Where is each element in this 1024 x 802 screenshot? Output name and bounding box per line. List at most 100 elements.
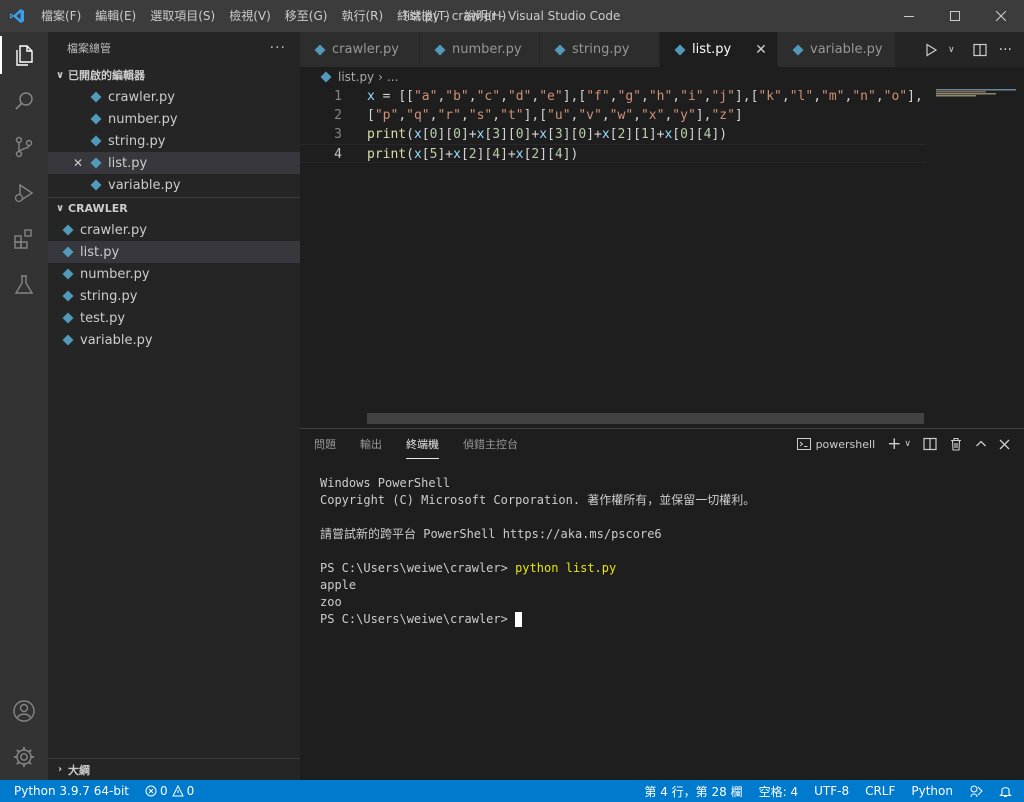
terminal-output[interactable]: Windows PowerShell Copyright (C) Microso… xyxy=(320,475,755,628)
code-editor[interactable]: 1 x = [["a","b","c","d","e"],["f","g","h… xyxy=(300,87,926,412)
close-window-button[interactable] xyxy=(978,0,1024,32)
outline-section[interactable]: › 大綱 xyxy=(48,758,300,780)
close-editor-icon[interactable]: ✕ xyxy=(70,156,86,170)
run-button[interactable]: ∨ xyxy=(918,42,967,57)
language-mode[interactable]: Python xyxy=(903,780,961,802)
tab-output[interactable]: 輸出 xyxy=(360,430,382,458)
breadcrumb-file[interactable]: list.py xyxy=(338,70,374,84)
code-text: x = [["a","b","c","d","e"],["f","g","h",… xyxy=(367,89,923,104)
horizontal-scrollbar[interactable] xyxy=(367,413,924,424)
warning-icon xyxy=(171,785,184,797)
more-actions-button[interactable]: ··· xyxy=(993,42,1018,58)
vscode-logo-icon xyxy=(0,0,34,32)
chevron-down-icon: ∨ xyxy=(55,69,65,81)
python-file-icon xyxy=(88,177,104,193)
feedback-button[interactable] xyxy=(961,780,991,802)
open-editors-section[interactable]: ∨ 已開啟的編輯器 xyxy=(48,64,300,86)
file-label: test.py xyxy=(80,310,126,326)
python-file-icon xyxy=(88,133,104,149)
open-editor-label: string.py xyxy=(108,133,166,149)
menu-edit[interactable]: 編輯(E) xyxy=(88,0,143,32)
python-file-icon xyxy=(60,266,76,282)
tab-string[interactable]: string.py xyxy=(540,32,660,67)
menu-terminal[interactable]: 終端機(T) xyxy=(390,0,457,32)
close-panel-button[interactable] xyxy=(993,439,1016,450)
tab-label: number.py xyxy=(452,42,522,57)
file-item[interactable]: string.py xyxy=(48,285,300,307)
python-file-icon xyxy=(60,244,76,260)
error-icon xyxy=(145,785,157,797)
tab-crawler[interactable]: crawler.py xyxy=(300,32,420,67)
open-editor-item[interactable]: string.py xyxy=(48,130,300,152)
menu-selection[interactable]: 選取項目(S) xyxy=(143,0,222,32)
notifications-button[interactable] xyxy=(991,780,1024,802)
file-item-active[interactable]: list.py xyxy=(48,241,300,263)
split-editor-button[interactable] xyxy=(967,43,993,57)
python-file-icon xyxy=(60,288,76,304)
testing-activity[interactable] xyxy=(0,262,48,308)
open-editor-item-active[interactable]: ✕ list.py xyxy=(48,152,300,174)
tab-list[interactable]: list.py ✕ xyxy=(660,32,778,67)
window-controls xyxy=(886,0,1024,32)
run-debug-activity[interactable] xyxy=(0,170,48,216)
file-item[interactable]: variable.py xyxy=(48,329,300,351)
python-file-icon xyxy=(672,42,688,58)
new-terminal-button[interactable]: + ∨ xyxy=(881,434,917,454)
accounts-activity[interactable] xyxy=(0,688,48,734)
minimap[interactable] xyxy=(926,87,1024,412)
tab-number[interactable]: number.py xyxy=(420,32,540,67)
kill-terminal-button[interactable] xyxy=(943,437,969,451)
folder-section[interactable]: ∨ CRAWLER xyxy=(48,197,300,219)
chevron-right-icon: › xyxy=(57,764,63,775)
tab-problems[interactable]: 問題 xyxy=(314,430,336,458)
menu-view[interactable]: 檢視(V) xyxy=(222,0,278,32)
search-activity[interactable] xyxy=(0,78,48,124)
file-item[interactable]: number.py xyxy=(48,263,300,285)
chevron-down-icon[interactable]: ∨ xyxy=(942,45,961,55)
python-file-icon xyxy=(60,310,76,326)
python-file-icon xyxy=(88,111,104,127)
open-editor-item[interactable]: number.py xyxy=(48,108,300,130)
encoding[interactable]: UTF-8 xyxy=(806,780,857,802)
menu-run[interactable]: 執行(R) xyxy=(334,0,390,32)
terminal-selector[interactable]: powershell xyxy=(791,437,882,451)
warning-count: 0 xyxy=(186,784,195,798)
python-interpreter[interactable]: Python 3.9.7 64-bit xyxy=(0,780,137,802)
end-of-line[interactable]: CRLF xyxy=(857,780,903,802)
tab-variable[interactable]: variable.py xyxy=(778,32,896,67)
chevron-down-icon: ∨ xyxy=(55,203,65,214)
python-file-icon xyxy=(88,89,104,105)
maximize-button[interactable] xyxy=(932,0,978,32)
explorer-sidebar: 檔案總管 ··· ∨ 已開啟的編輯器 crawler.py number.py … xyxy=(48,32,300,780)
open-editor-item[interactable]: variable.py xyxy=(48,174,300,196)
play-icon xyxy=(926,42,938,57)
close-icon xyxy=(999,439,1010,449)
source-control-activity[interactable] xyxy=(0,124,48,170)
menu-help[interactable]: 說明(H) xyxy=(457,0,513,32)
split-terminal-button[interactable] xyxy=(917,437,943,451)
open-editor-item[interactable]: crawler.py xyxy=(48,86,300,108)
open-editor-label: crawler.py xyxy=(108,89,175,105)
tab-terminal[interactable]: 終端機 xyxy=(406,430,439,459)
maximize-panel-button[interactable] xyxy=(969,438,993,450)
cursor-position[interactable]: 第 4 行，第 28 欄 xyxy=(636,780,750,802)
problems-status[interactable]: 0 0 xyxy=(137,780,202,802)
tab-debug-console[interactable]: 偵錯主控台 xyxy=(463,430,518,458)
file-item[interactable]: crawler.py xyxy=(48,219,300,241)
manage-activity[interactable] xyxy=(0,734,48,780)
menu-file[interactable]: 檔案(F) xyxy=(34,0,88,32)
indentation[interactable]: 空格: 4 xyxy=(751,780,807,802)
code-line: 2 ["p","q","r","s","t"],["u","v","w","x"… xyxy=(300,106,926,125)
split-terminal-icon xyxy=(923,437,937,451)
extensions-activity[interactable] xyxy=(0,216,48,262)
menu-go[interactable]: 移至(G) xyxy=(278,0,335,32)
chevron-up-icon xyxy=(976,440,986,447)
more-actions-icon[interactable]: ··· xyxy=(270,40,286,56)
minimize-button[interactable] xyxy=(886,0,932,32)
close-tab-icon[interactable]: ✕ xyxy=(755,42,767,58)
python-file-icon xyxy=(88,155,104,171)
file-item[interactable]: test.py xyxy=(48,307,300,329)
breadcrumb-more[interactable]: ... xyxy=(387,70,398,84)
chevron-down-icon: ∨ xyxy=(904,439,911,449)
explorer-activity[interactable] xyxy=(0,32,48,78)
